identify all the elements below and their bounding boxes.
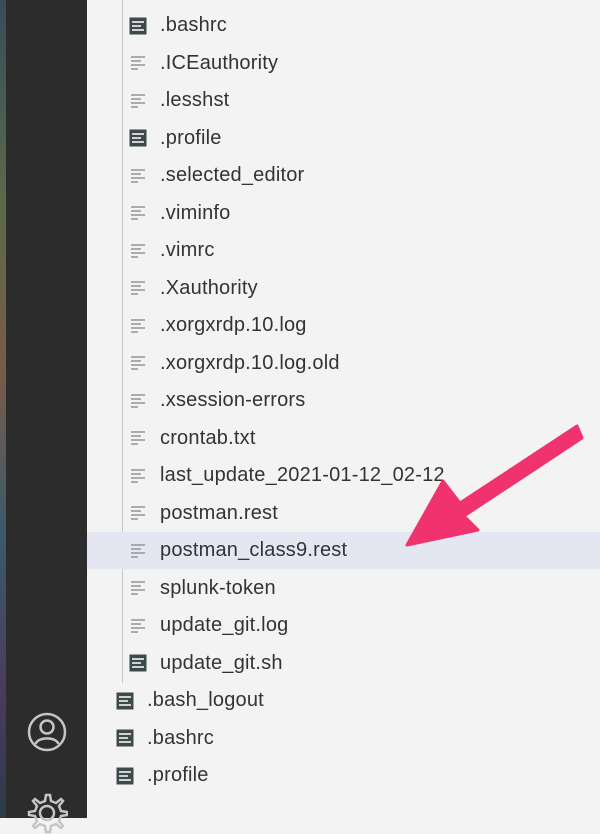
file-label: .viminfo (160, 201, 231, 224)
file-item[interactable]: .lesshst (87, 82, 600, 119)
file-label: .profile (160, 126, 222, 149)
file-item[interactable]: update_git.log (87, 607, 600, 644)
file-item-selected[interactable]: postman_class9.rest (87, 532, 600, 569)
text-file-icon (128, 278, 148, 298)
file-item[interactable]: postman.rest (87, 495, 600, 532)
file-label: crontab.txt (160, 426, 256, 449)
file-label: update_git.log (160, 614, 289, 636)
file-item[interactable]: update_git.sh (87, 645, 600, 682)
file-label: update_git.sh (160, 651, 283, 674)
file-item[interactable]: .xsession-errors (87, 382, 600, 419)
file-label: .bashrc (147, 726, 214, 749)
text-file-icon (128, 391, 148, 411)
file-label: .Xauthority (160, 276, 258, 299)
shell-file-icon (115, 691, 135, 711)
text-file-icon (128, 466, 148, 486)
activity-bar (6, 0, 87, 834)
file-item[interactable]: .viminfo (87, 195, 600, 232)
account-icon[interactable] (26, 711, 68, 753)
file-item[interactable]: .bashrc (87, 7, 600, 44)
text-file-icon (128, 353, 148, 373)
settings-gear-icon[interactable] (26, 792, 68, 834)
text-file-icon (128, 91, 148, 111)
file-label: postman.rest (160, 501, 279, 524)
shell-file-icon (115, 728, 135, 748)
file-item[interactable]: crontab.txt (87, 420, 600, 457)
file-label: .xsession-errors (160, 389, 306, 411)
text-file-icon (128, 166, 148, 186)
file-item[interactable]: .xorgxrdp.10.log (87, 307, 600, 344)
file-item[interactable]: .profile (87, 757, 600, 794)
file-label: .bash_logout (147, 689, 264, 711)
file-label: last_update_2021-01-12_02-12 (160, 464, 445, 486)
file-item[interactable]: .bashrc (87, 720, 600, 757)
file-item[interactable]: .ICEauthority (87, 45, 600, 82)
text-file-icon (128, 578, 148, 598)
file-label: .lesshst (160, 89, 230, 111)
text-file-icon (128, 203, 148, 223)
file-label: .selected_editor (160, 164, 305, 186)
shell-file-icon (115, 766, 135, 786)
text-file-icon (128, 503, 148, 523)
file-item[interactable]: .profile (87, 120, 600, 157)
file-label: .bashrc (160, 14, 227, 36)
file-label: splunk-token (160, 576, 276, 599)
file-item[interactable]: splunk-token (87, 570, 600, 607)
text-file-icon (128, 428, 148, 448)
file-item[interactable]: .xorgxrdp.10.log.old (87, 345, 600, 382)
shell-file-icon (128, 128, 148, 148)
file-item[interactable]: .selected_editor (87, 157, 600, 194)
file-label: .vimrc (160, 239, 215, 261)
shell-file-icon (128, 653, 148, 673)
text-file-icon (128, 241, 148, 261)
text-file-icon (128, 316, 148, 336)
file-label: .ICEauthority (160, 51, 279, 74)
file-item[interactable]: .Xauthority (87, 270, 600, 307)
text-file-icon (128, 53, 148, 73)
file-item[interactable]: last_update_2021-01-12_02-12 (87, 457, 600, 494)
text-file-icon (128, 541, 148, 561)
shell-file-icon (128, 16, 148, 36)
file-label: postman_class9.rest (160, 539, 348, 561)
file-label: .profile (147, 764, 209, 786)
file-label: .xorgxrdp.10.log (160, 314, 307, 336)
file-label: .xorgxrdp.10.log.old (160, 351, 340, 374)
text-file-icon (128, 616, 148, 636)
file-item[interactable]: .vimrc (87, 232, 600, 269)
file-item[interactable]: .bash_logout (87, 682, 600, 719)
